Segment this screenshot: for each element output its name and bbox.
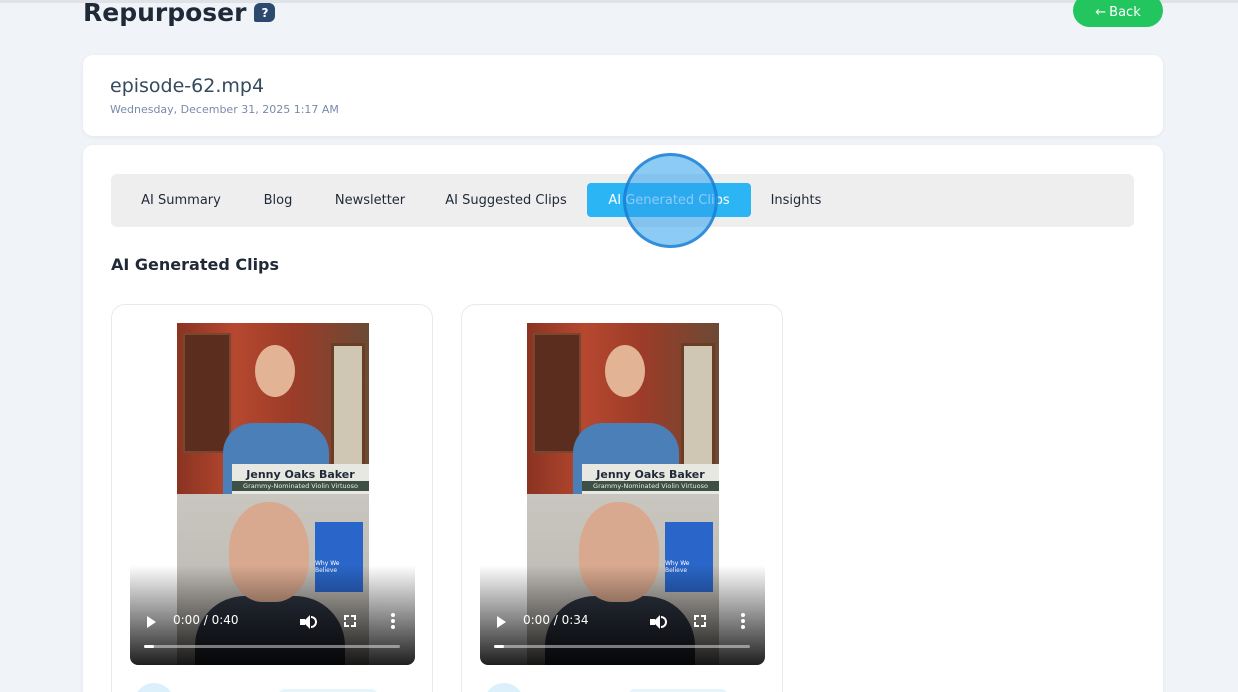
arrow-left-icon: ← [1095, 5, 1107, 20]
clip-avatar [134, 683, 174, 692]
progress-fill [144, 645, 155, 648]
tab-bar: AI Summary Blog Newsletter AI Suggested … [111, 174, 1134, 227]
guest-role: Grammy-Nominated Violin Virtuoso [232, 480, 369, 491]
back-button-label: Back [1109, 5, 1141, 20]
file-name: episode-62.mp4 [110, 75, 265, 97]
video-player[interactable]: Jenny Oaks Baker Grammy-Nominated Violin… [130, 323, 415, 665]
tab-insights[interactable]: Insights [762, 183, 830, 217]
help-icon[interactable]: ? [254, 3, 276, 22]
video-controls: 0:00 / 0:34 [480, 607, 765, 637]
video-controls: 0:00 / 0:40 [130, 607, 415, 637]
time-display: 0:00 / 0:34 [523, 613, 589, 627]
guest-name: Jenny Oaks Baker [246, 467, 355, 481]
progress-bar[interactable] [144, 645, 400, 648]
video-player[interactable]: Jenny Oaks Baker Grammy-Nominated Violin… [480, 323, 765, 665]
play-icon[interactable] [147, 616, 156, 628]
file-info-card: episode-62.mp4 Wednesday, December 31, 2… [83, 55, 1163, 136]
progress-fill [494, 645, 505, 648]
more-options-icon[interactable] [391, 613, 395, 629]
fullscreen-icon[interactable] [344, 615, 356, 627]
file-date: Wednesday, December 31, 2025 1:17 AM [110, 103, 339, 116]
clip-card: Jenny Oaks Baker Grammy-Nominated Violin… [461, 304, 783, 692]
page-title: Repurposer ? [83, 0, 276, 27]
tab-newsletter[interactable]: Newsletter [322, 183, 418, 217]
tab-blog[interactable]: Blog [250, 183, 306, 217]
lower-third: Jenny Oaks Baker Grammy-Nominated Violin… [582, 464, 719, 494]
tab-ai-generated-clips[interactable]: AI Generated Clips [587, 183, 751, 217]
guest-role: Grammy-Nominated Violin Virtuoso [582, 480, 719, 491]
progress-bar[interactable] [494, 645, 750, 648]
back-button[interactable]: ← Back [1073, 0, 1163, 27]
more-options-icon[interactable] [741, 613, 745, 629]
time-display: 0:00 / 0:40 [173, 613, 239, 627]
lower-third: Jenny Oaks Baker Grammy-Nominated Violin… [232, 464, 369, 494]
guest-name: Jenny Oaks Baker [596, 467, 705, 481]
clip-card: Jenny Oaks Baker Grammy-Nominated Violin… [111, 304, 433, 692]
tab-ai-suggested-clips[interactable]: AI Suggested Clips [434, 183, 578, 217]
video-top-scene: Jenny Oaks Baker Grammy-Nominated Violin… [177, 323, 369, 494]
page-title-text: Repurposer [83, 0, 247, 27]
clip-avatar [484, 683, 524, 692]
tab-ai-summary[interactable]: AI Summary [129, 183, 233, 217]
play-icon[interactable] [497, 616, 506, 628]
fullscreen-icon[interactable] [694, 615, 706, 627]
video-top-scene: Jenny Oaks Baker Grammy-Nominated Violin… [527, 323, 719, 494]
content-card: AI Summary Blog Newsletter AI Suggested … [83, 145, 1163, 692]
section-title: AI Generated Clips [111, 255, 280, 274]
